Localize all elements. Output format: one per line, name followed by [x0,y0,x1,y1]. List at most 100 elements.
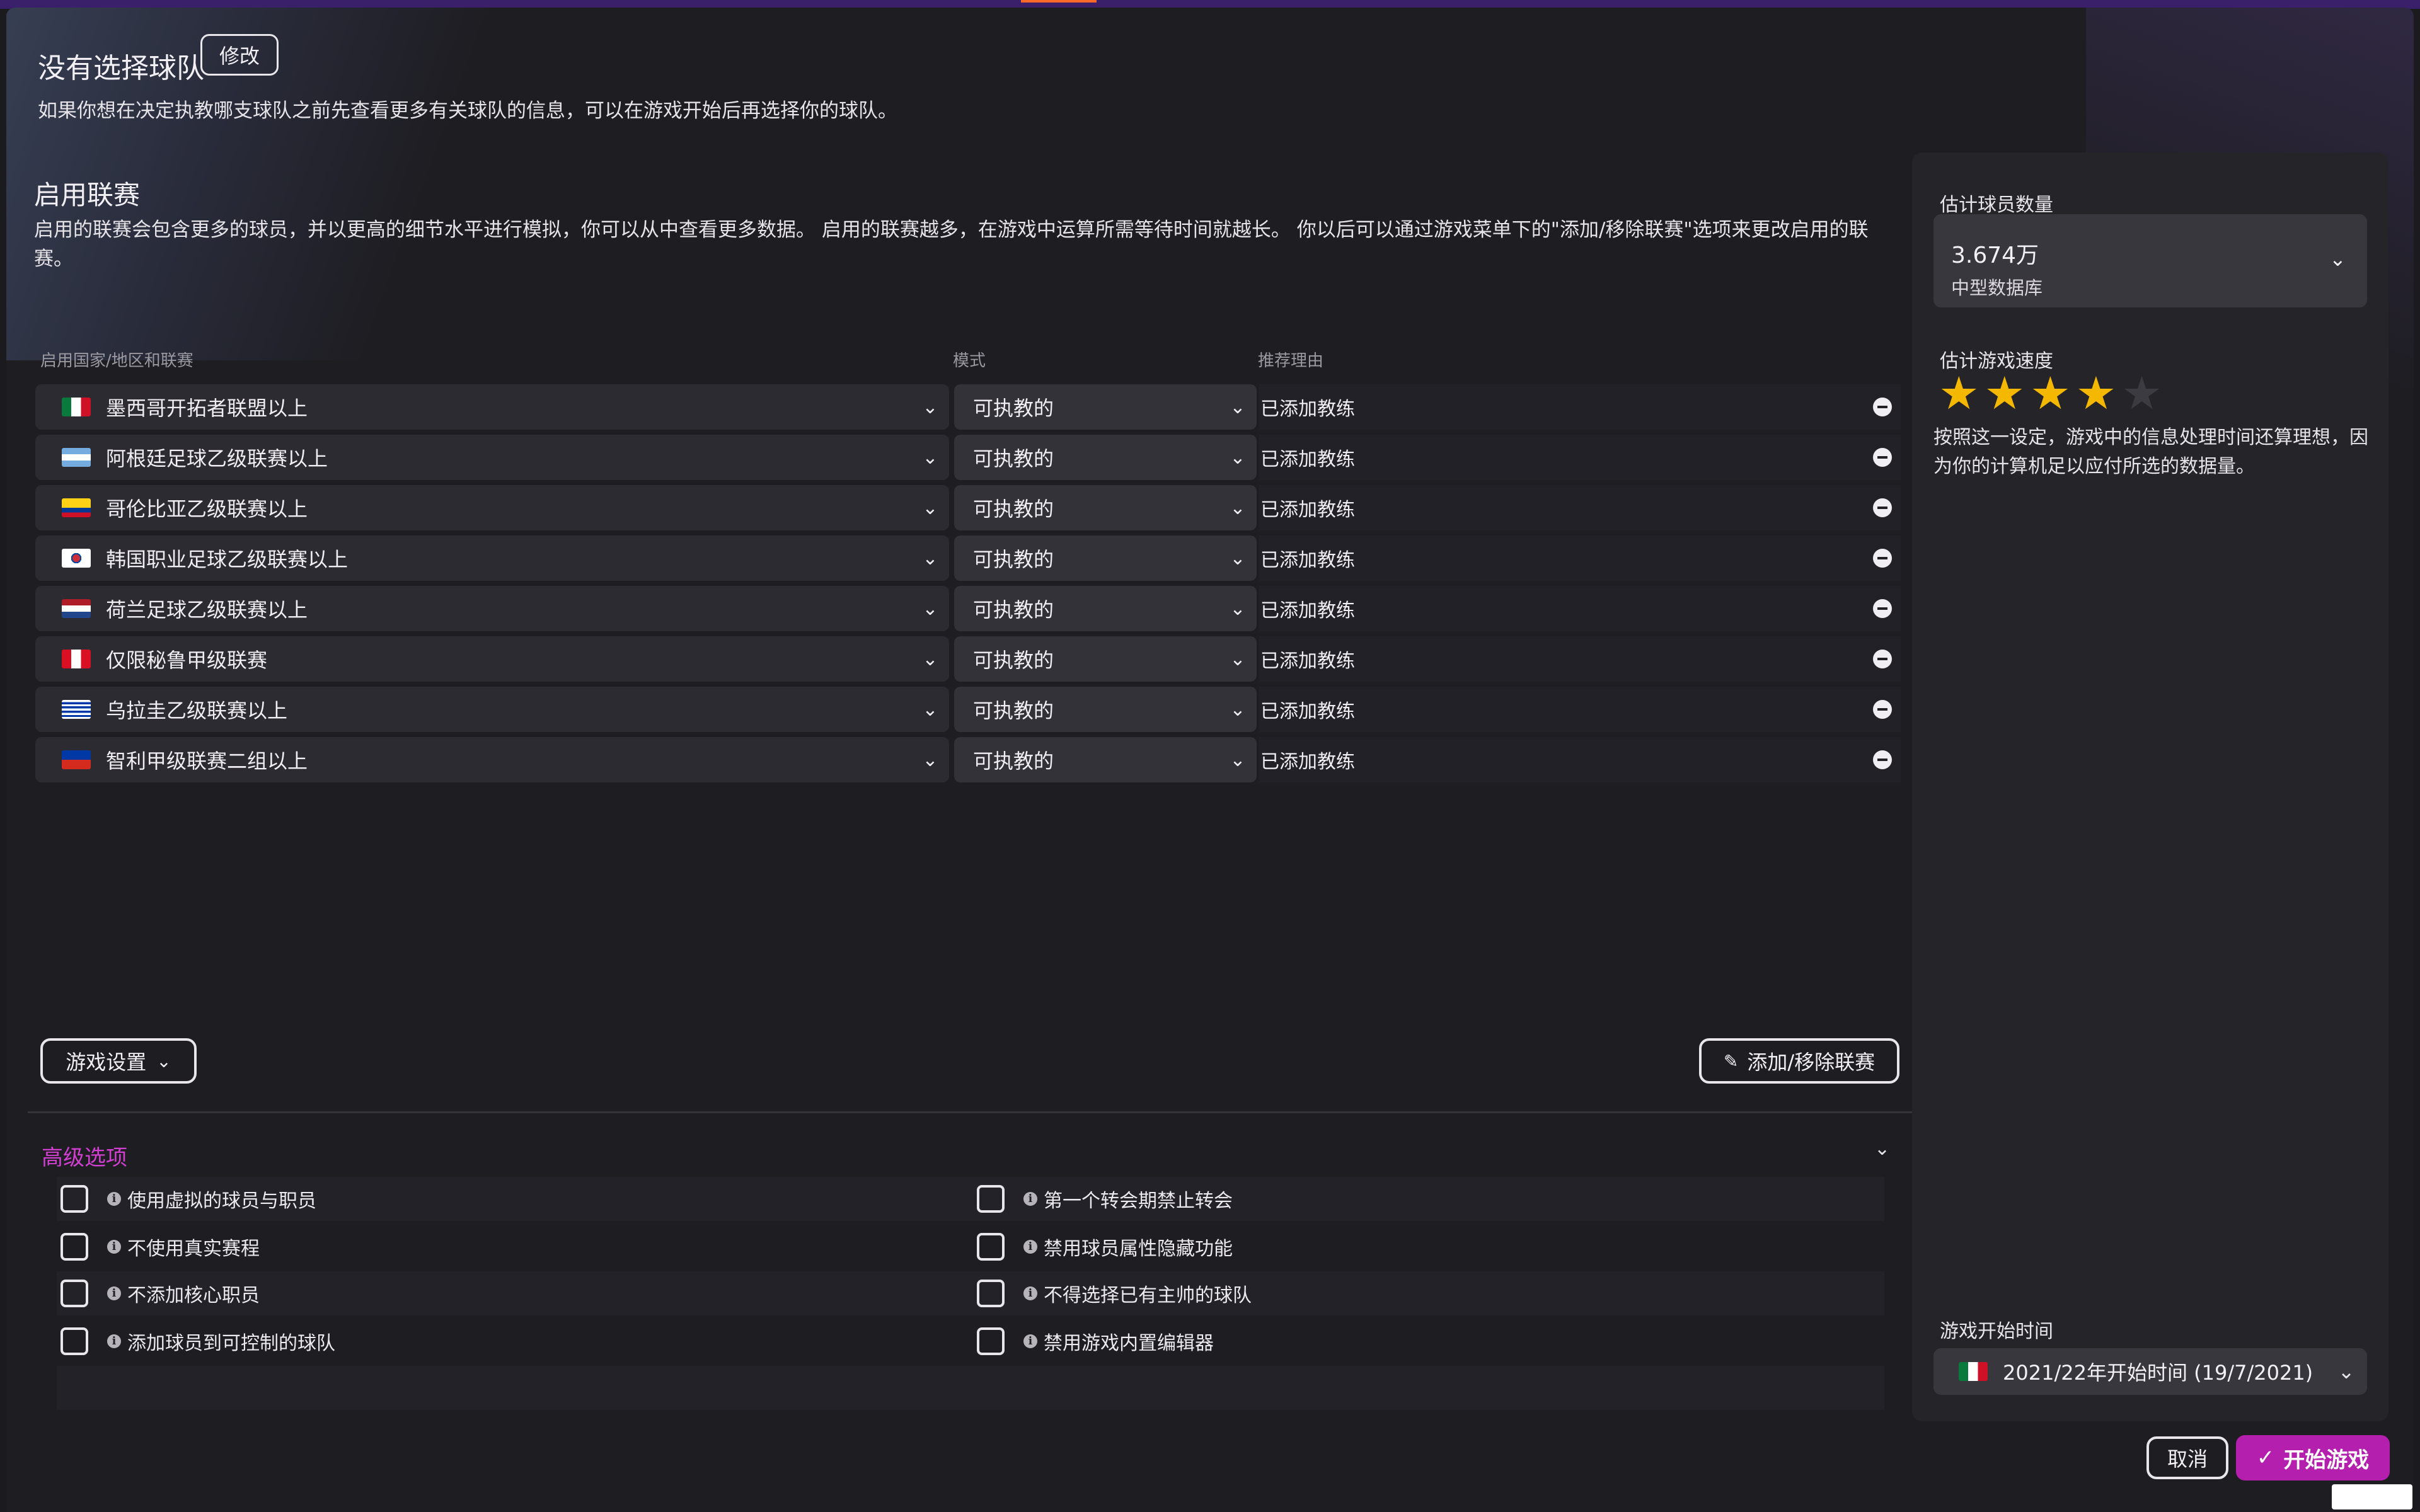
advanced-option: i 不使用真实赛程 [60,1225,260,1269]
chevron-down-icon[interactable]: ⌄ [1874,1138,1890,1160]
league-select[interactable]: 智利甲级联赛二组以上 ⌄ [35,737,949,782]
mode-value: 可执教的 [973,447,1054,471]
cancel-button[interactable]: 取消 [2146,1436,2228,1479]
mode-select[interactable]: 可执教的 ⌄ [954,435,1257,480]
advanced-option: i 不添加核心职员 [60,1271,260,1315]
uruguay-flag-icon [62,700,91,719]
chevron-down-icon[interactable]: ⌄ [2329,247,2346,271]
info-icon[interactable]: i [1023,1192,1037,1206]
chevron-down-icon: ⌄ [156,1050,171,1072]
reason-value: 已添加教练 [1260,549,1355,571]
remove-league-icon[interactable] [1873,650,1892,668]
remove-league-icon[interactable] [1873,549,1892,568]
league-select[interactable]: 哥伦比亚乙级联赛以上 ⌄ [35,485,949,530]
chevron-down-icon: ⌄ [922,547,938,570]
start-time-value: 2021/22年开始时间 (19/7/2021) [2003,1361,2313,1385]
mode-select[interactable]: 可执教的 ⌄ [954,536,1257,581]
league-name: 墨西哥开拓者联盟以上 [106,396,308,420]
reason-value: 已添加教练 [1260,499,1355,521]
add-remove-leagues-button[interactable]: ✎ 添加/移除联赛 [1699,1038,1899,1084]
page-title: 没有选择球队 [38,52,204,84]
league-select[interactable]: 韩国职业足球乙级联赛以上 ⌄ [35,536,949,581]
start-time-select[interactable]: 2021/22年开始时间 (19/7/2021) ⌄ [1933,1348,2367,1395]
edit-team-button[interactable]: 修改 [200,34,279,76]
option-checkbox[interactable] [60,1327,88,1355]
option-checkbox[interactable] [977,1327,1005,1355]
reason-cell: 已添加教练 [1259,435,1901,480]
mode-select[interactable]: 可执教的 ⌄ [954,485,1257,530]
league-name: 乌拉圭乙级联赛以上 [106,699,288,723]
info-icon[interactable]: i [107,1334,121,1348]
check-icon: ✓ [2256,1445,2275,1470]
info-icon[interactable]: i [107,1286,121,1300]
options-row [57,1177,1884,1221]
remove-league-icon[interactable] [1873,750,1892,769]
start-game-button[interactable]: ✓ 开始游戏 [2236,1435,2390,1480]
start-time-label: 游戏开始时间 [1940,1320,2053,1343]
page-subtitle: 如果你想在决定执教哪支球队之前先查看更多有关球队的信息，可以在游戏开始后再选择你… [38,100,897,122]
chevron-down-icon: ⌄ [922,496,938,519]
reason-cell: 已添加教练 [1259,636,1901,682]
mode-select[interactable]: 可执教的 ⌄ [954,687,1257,732]
info-icon[interactable]: i [107,1192,121,1206]
remove-league-icon[interactable] [1873,448,1892,467]
option-checkbox[interactable] [977,1280,1005,1307]
option-checkbox[interactable] [60,1280,88,1307]
option-checkbox[interactable] [60,1233,88,1261]
star-filled-icon: ★ [1984,367,2025,420]
league-select[interactable]: 仅限秘鲁甲级联赛 ⌄ [35,636,949,682]
leagues-section-title: 启用联赛 [34,180,141,210]
mode-value: 可执教的 [973,648,1054,672]
league-name: 智利甲级联赛二组以上 [106,749,308,773]
chevron-down-icon: ⌄ [922,597,938,620]
remove-league-icon[interactable] [1873,700,1892,719]
info-icon[interactable]: i [1023,1286,1037,1300]
argentina-flag-icon [62,448,91,467]
netherlands-flag-icon [62,599,91,618]
mode-select[interactable]: 可执教的 ⌄ [954,737,1257,782]
info-icon[interactable]: i [1023,1240,1037,1254]
advanced-options-title[interactable]: 高级选项 [42,1140,127,1171]
reason-cell: 已添加教练 [1259,485,1901,530]
mode-select[interactable]: 可执教的 ⌄ [954,636,1257,682]
info-icon[interactable]: i [107,1240,121,1254]
star-filled-icon: ★ [2030,367,2071,420]
reason-cell: 已添加教练 [1259,586,1901,631]
advanced-option: i 不得选择已有主帅的球队 [977,1271,1252,1315]
league-name: 仅限秘鲁甲级联赛 [106,648,268,672]
option-label: 添加球员到可控制的球队 [127,1332,335,1354]
options-row [57,1225,1884,1269]
league-name: 阿根廷足球乙级联赛以上 [106,447,328,471]
chevron-down-icon: ⌄ [2337,1360,2355,1383]
mexico-flag-icon [1959,1362,1988,1381]
mode-value: 可执教的 [973,598,1054,622]
mode-value: 可执教的 [973,396,1054,420]
option-label: 禁用球员属性隐藏功能 [1044,1238,1233,1260]
chevron-down-icon: ⌄ [1230,597,1246,620]
option-checkbox[interactable] [977,1233,1005,1261]
chevron-down-icon: ⌄ [1230,396,1246,418]
league-select[interactable]: 阿根廷足球乙级联赛以上 ⌄ [35,435,949,480]
league-select[interactable]: 乌拉圭乙级联赛以上 ⌄ [35,687,949,732]
remove-league-icon[interactable] [1873,498,1892,517]
league-select[interactable]: 荷兰足球乙级联赛以上 ⌄ [35,586,949,631]
mode-select[interactable]: 可执教的 ⌄ [954,586,1257,631]
remove-league-icon[interactable] [1873,599,1892,618]
option-label: 禁用游戏内置编辑器 [1044,1332,1214,1354]
option-label: 第一个转会期禁止转会 [1044,1190,1233,1212]
chevron-down-icon: ⌄ [922,648,938,670]
option-checkbox[interactable] [977,1185,1005,1213]
league-select[interactable]: 墨西哥开拓者联盟以上 ⌄ [35,384,949,430]
info-icon[interactable]: i [1023,1334,1037,1348]
reason-cell: 已添加教练 [1259,536,1901,581]
chevron-down-icon: ⌄ [922,748,938,771]
option-checkbox[interactable] [60,1185,88,1213]
chevron-down-icon: ⌄ [922,698,938,721]
remove-league-icon[interactable] [1873,398,1892,416]
mode-value: 可执教的 [973,699,1054,723]
mode-select[interactable]: 可执教的 ⌄ [954,384,1257,430]
start-game-label: 开始游戏 [2283,1447,2370,1473]
game-settings-button[interactable]: 游戏设置 ⌄ [40,1038,197,1084]
star-filled-icon: ★ [1939,367,1979,420]
league-name: 哥伦比亚乙级联赛以上 [106,497,308,521]
